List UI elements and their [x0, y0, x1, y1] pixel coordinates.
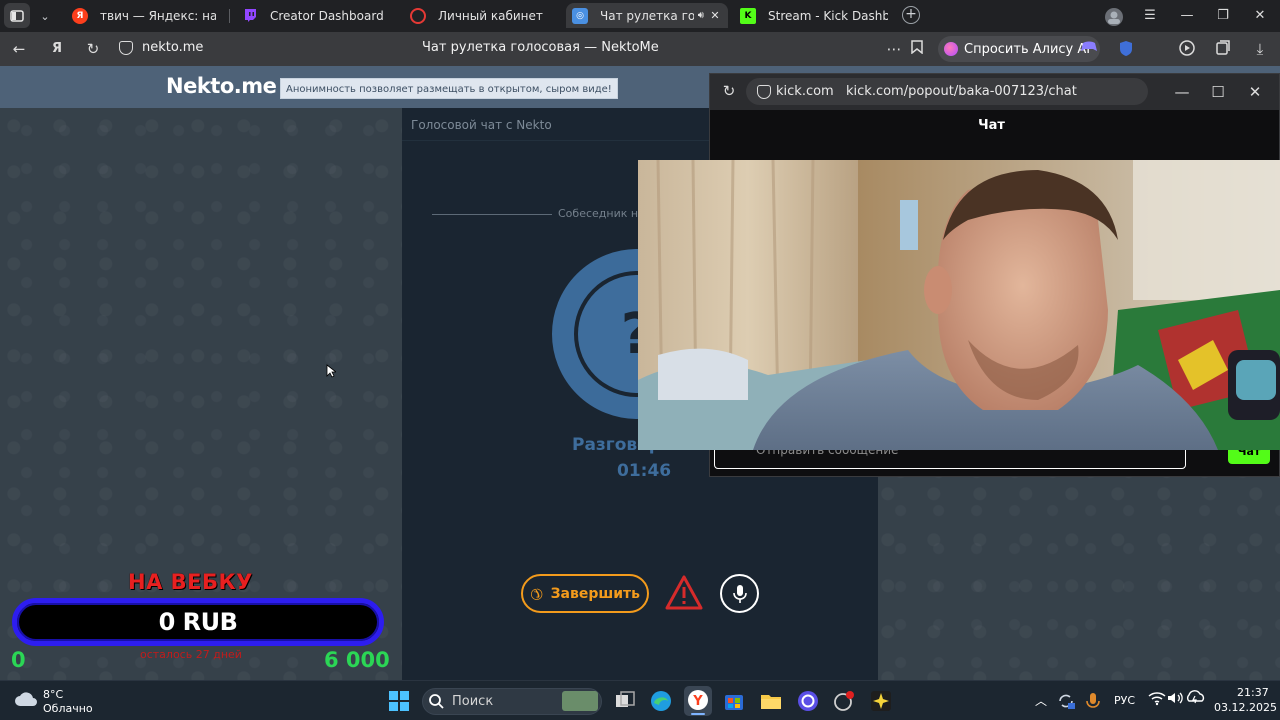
search-icon — [428, 693, 444, 709]
ask-alice-button[interactable]: Спросить Алису AI — [938, 36, 1101, 62]
donation-min: 0 — [11, 648, 26, 672]
collections-icon[interactable] — [1214, 40, 1232, 58]
tab-nekto-voice-chat[interactable]: ◎ Чат рулетка голосовая 🔊︎ ✕ — [566, 3, 728, 28]
sync-icon[interactable] — [1055, 690, 1077, 712]
close-window-icon[interactable]: ✕ — [1246, 83, 1264, 101]
page-title: Чат рулетка голосовая — NektoMe — [422, 40, 659, 55]
url-text[interactable]: nekto.me — [142, 40, 203, 55]
clock-date[interactable]: 03.12.2025 — [1214, 701, 1277, 714]
chevron-up-icon[interactable]: ︿ — [1030, 690, 1052, 712]
tab-personal-account[interactable]: Личный кабинет — [404, 3, 556, 28]
tab-yandex-search[interactable]: Я твич — Яндекс: нашлось — [66, 3, 222, 28]
app-notification-icon[interactable] — [833, 690, 855, 712]
new-tab-button[interactable]: + — [902, 6, 920, 24]
menu-icon[interactable]: ☰ — [1141, 7, 1159, 25]
donation-goal-title: НА ВЕБКУ — [128, 570, 253, 594]
donation-amount: 0 RUB — [158, 608, 238, 636]
edge-browser-icon[interactable] — [650, 690, 672, 712]
volume-icon[interactable] — [1166, 690, 1188, 712]
alice-icon — [944, 42, 958, 56]
divider — [432, 214, 552, 215]
twitch-icon — [242, 8, 258, 24]
back-icon[interactable]: ← — [10, 40, 28, 58]
profile-avatar[interactable] — [1104, 7, 1124, 26]
bookmark-icon[interactable] — [908, 40, 926, 58]
donation-max: 6 000 — [324, 648, 390, 672]
extension-shield-icon[interactable] — [1117, 40, 1135, 58]
site-shield-icon[interactable] — [757, 85, 771, 99]
yandex-icon: Я — [72, 7, 88, 24]
svg-text:Y: Y — [692, 694, 703, 709]
store-icon[interactable] — [723, 690, 745, 712]
clock-time[interactable]: 21:37 — [1237, 686, 1269, 699]
nekto-icon: ◎ — [572, 7, 588, 24]
red-ring-icon — [410, 7, 426, 24]
media-play-icon[interactable] — [1178, 40, 1196, 58]
sparkle-app-icon[interactable] — [870, 690, 892, 712]
site-shield-icon[interactable] — [119, 41, 133, 55]
windows-taskbar: 8°C Облачно Поиск Y ︿ РУС 21:37 03.12.20… — [0, 680, 1280, 720]
tab-kick-dashboard[interactable]: K Stream - Kick Dashboard — [734, 3, 894, 28]
language-indicator[interactable]: РУС — [1114, 694, 1135, 707]
maximize-icon[interactable]: ☐ — [1209, 83, 1227, 101]
wifi-icon[interactable] — [1146, 690, 1168, 712]
search-label: Поиск — [452, 694, 494, 709]
file-explorer-icon[interactable] — [760, 690, 782, 712]
battery-icon[interactable] — [1186, 690, 1208, 712]
warning-icon — [665, 575, 703, 610]
slogan-banner: Анонимность позволяет размещать в открыт… — [280, 78, 618, 99]
chat-title: Чат — [978, 118, 1005, 133]
address-bar: ← Я ↻ nekto.me Чат рулетка голосовая — N… — [0, 32, 1280, 66]
microphone-button[interactable] — [720, 574, 759, 613]
site-logo[interactable]: Nekto.me — [166, 74, 277, 98]
weather-cloud-icon[interactable] — [14, 690, 38, 712]
chevron-down-icon[interactable]: ⌄ — [36, 7, 54, 25]
yandex-browser-taskbar-icon[interactable]: Y — [684, 686, 712, 716]
browser-tab-strip: ⌄ Я твич — Яндекс: нашлось Creator Dashb… — [0, 0, 1280, 32]
tab-creator-dashboard[interactable]: Creator Dashboard — [236, 3, 396, 28]
call-timer: 01:46 — [617, 461, 672, 481]
panel-title: Голосовой чат с Nekto — [411, 118, 552, 132]
reload-icon[interactable]: ↻ — [84, 40, 102, 58]
kick-icon: K — [740, 7, 756, 24]
reload-icon[interactable]: ↻ — [720, 82, 738, 100]
report-warning-button[interactable] — [664, 574, 704, 612]
end-call-button[interactable]: ✆ Завершить — [521, 574, 649, 613]
downloads-icon[interactable]: ⤓ — [1251, 40, 1269, 58]
speaker-icon[interactable]: 🔊︎ — [698, 10, 704, 21]
minimize-icon[interactable]: — — [1173, 83, 1191, 101]
popout-title-bar: ↻ kick.com kick.com/popout/baka-007123/c… — [710, 74, 1279, 110]
restore-icon[interactable]: ❐ — [1214, 7, 1232, 25]
minimize-icon[interactable]: — — [1178, 7, 1196, 25]
weather-temperature[interactable]: 8°C — [43, 688, 63, 701]
webcam-feed — [638, 160, 1280, 450]
tab-separator — [229, 9, 230, 23]
start-menu-icon[interactable] — [388, 690, 410, 712]
popout-url: kick.com/popout/baka-007123/chat — [846, 84, 1077, 99]
popout-host: kick.com — [776, 84, 834, 99]
obs-app-icon[interactable] — [797, 690, 819, 712]
close-tab-icon[interactable]: ✕ — [708, 9, 722, 23]
phone-hangup-icon: ✆ — [525, 582, 548, 605]
more-options-icon[interactable]: ⋯ — [885, 40, 903, 58]
donation-progress-bar: 0 RUB — [12, 598, 384, 646]
task-view-icon[interactable] — [614, 690, 636, 712]
sidebar-toggle-icon[interactable] — [4, 3, 30, 28]
search-highlight-icon[interactable] — [562, 691, 598, 711]
weather-description[interactable]: Облачно — [43, 702, 93, 715]
extension-gamepad-icon[interactable] — [1080, 40, 1098, 58]
close-window-icon[interactable]: ✕ — [1251, 7, 1269, 25]
microphone-tray-icon[interactable] — [1082, 690, 1104, 712]
webcam-image — [638, 160, 1280, 450]
donation-time-left: осталось 27 дней — [140, 648, 242, 661]
microphone-icon — [732, 584, 747, 603]
yandex-home-icon[interactable]: Я — [48, 40, 66, 58]
mouse-cursor — [326, 363, 338, 378]
